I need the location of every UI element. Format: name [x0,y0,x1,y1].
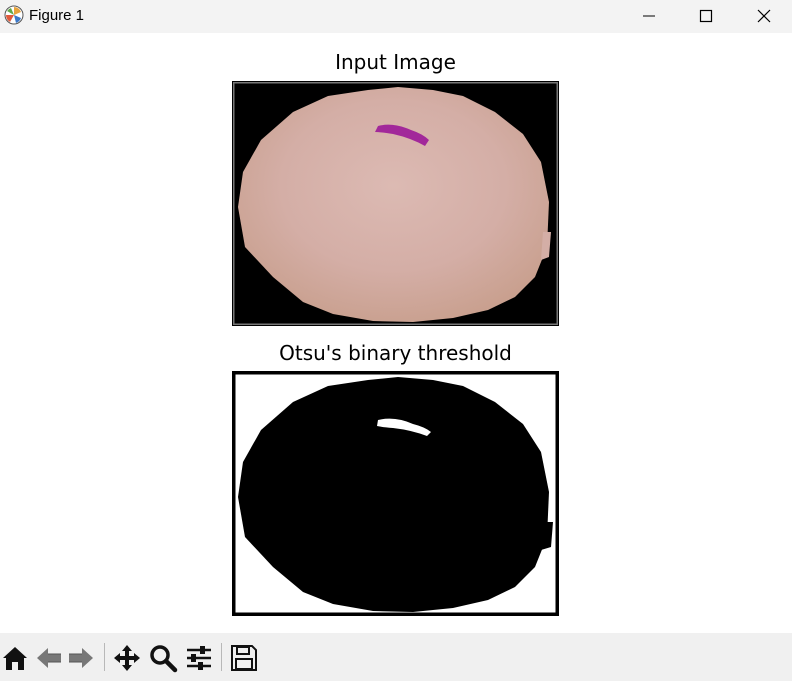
forward-button[interactable] [66,643,96,673]
back-button[interactable] [34,643,64,673]
zoom-button[interactable] [148,643,178,673]
minimize-icon [643,15,655,17]
binary-threshold-image [233,372,558,615]
threshold-image-axes[interactable] [232,371,559,616]
pan-button[interactable] [112,643,142,673]
maximize-icon [699,9,713,23]
save-button[interactable] [229,643,259,673]
navigation-toolbar [0,633,792,681]
back-icon [37,648,61,668]
window-titlebar: Figure 1 [0,0,792,33]
pan-icon [114,645,140,671]
toolbar-separator [104,643,105,671]
configure-subplots-button[interactable] [184,643,214,673]
save-icon [231,645,257,671]
subplot-title-threshold: Otsu's binary threshold [279,341,512,365]
configure-subplots-icon [187,646,211,670]
toolbar-separator [221,643,222,671]
forward-icon [69,648,93,668]
minimize-button[interactable] [626,0,672,33]
maximize-button[interactable] [683,0,729,33]
subplot-title-input: Input Image [335,50,456,74]
home-icon [3,647,27,670]
input-image-axes[interactable] [232,81,559,326]
home-button[interactable] [0,643,30,673]
close-button[interactable] [741,0,787,33]
zoom-icon [150,645,178,673]
blood-cell-image [233,82,558,325]
figure-canvas[interactable]: Input Image Otsu's binary threshold [0,33,792,633]
close-icon [757,9,771,23]
window-title: Figure 1 [29,7,85,24]
matplotlib-icon [4,5,24,25]
